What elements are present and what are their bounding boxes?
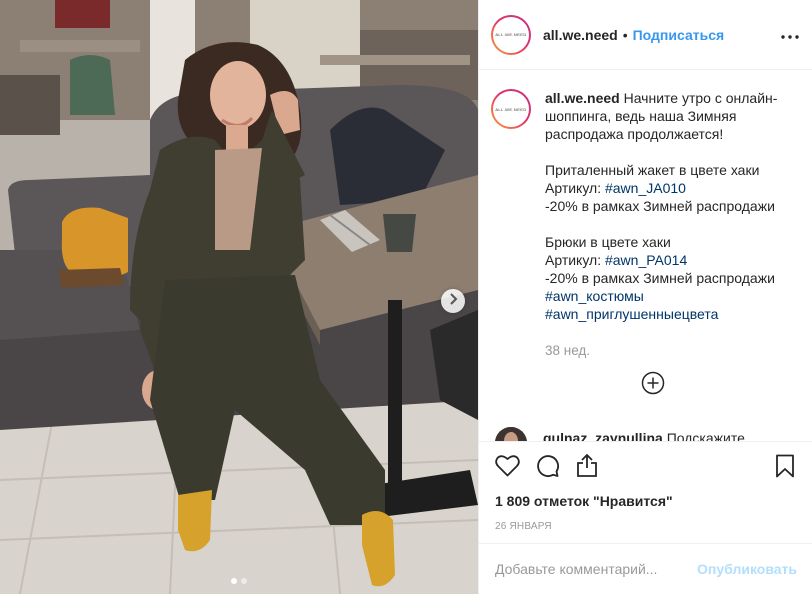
hashtag-link[interactable]: #awn_приглушенныецвета — [545, 306, 718, 322]
plus-circle-icon — [641, 371, 665, 399]
caption-item1-sku-label: Артикул: — [545, 180, 605, 196]
hashtag-link[interactable]: #awn_PA014 — [605, 252, 687, 268]
load-more-comments-button[interactable] — [641, 371, 665, 395]
publish-button[interactable]: Опубликовать — [697, 561, 797, 577]
comment-text: Подскажите — [666, 430, 745, 441]
avatar[interactable]: ALL.WE.NEED — [491, 14, 531, 55]
post-photo[interactable] — [0, 0, 478, 594]
carousel-dot-active — [231, 578, 237, 584]
comment-icon — [535, 453, 560, 483]
caption-item2-discount: -20% в рамках Зимней распродажи — [545, 270, 775, 286]
carousel-indicator — [0, 578, 478, 584]
more-horizontal-icon — [781, 26, 799, 44]
hashtag-link[interactable]: #awn_костюмы — [545, 288, 644, 304]
comment-item: gulnaz_zaynullina Подскажите — [495, 427, 745, 441]
avatar-logo-text: ALL.WE.NEED — [495, 32, 527, 37]
post-actions: 1 809 отметок "Нравится" 26 января — [479, 441, 812, 543]
commenter-username-link[interactable]: gulnaz_zaynullina — [543, 430, 663, 441]
likes-count[interactable]: 1 809 отметок "Нравится" — [495, 493, 673, 509]
caption-text: all.we.need Начните утро с онлайн-шоппин… — [545, 89, 801, 323]
heart-icon — [494, 454, 520, 482]
caption: ALL.WE.NEED all.we.need Начните утро с о… — [491, 89, 801, 323]
add-comment-form: Опубликовать — [479, 543, 812, 594]
like-button[interactable] — [487, 448, 527, 488]
follow-button[interactable]: Подписаться — [633, 27, 725, 43]
caption-item2-title: Брюки в цвете хаки — [545, 234, 671, 250]
hashtag-link[interactable]: #awn_JA010 — [605, 180, 686, 196]
caption-username-link[interactable]: all.we.need — [545, 90, 620, 106]
caption-item2-sku-label: Артикул: — [545, 252, 605, 268]
caption-timestamp[interactable]: 38 нед. — [545, 343, 590, 358]
header-username-link[interactable]: all.we.need — [543, 27, 618, 43]
caption-avatar[interactable]: ALL.WE.NEED — [491, 89, 531, 129]
comments-section[interactable]: ALL.WE.NEED all.we.need Начните утро с о… — [479, 71, 812, 441]
bookmark-icon — [775, 454, 795, 483]
post-date[interactable]: 26 января — [495, 521, 552, 532]
more-options-button[interactable] — [779, 24, 801, 46]
carousel-next-button[interactable] — [441, 289, 465, 313]
comment-input[interactable] — [495, 561, 698, 577]
save-button[interactable] — [765, 448, 805, 488]
commenter-avatar[interactable] — [495, 427, 527, 441]
instagram-post: ALL.WE.NEED all.we.need • Подписаться AL… — [0, 0, 812, 594]
post-details-panel: ALL.WE.NEED all.we.need • Подписаться AL… — [478, 0, 812, 594]
chevron-right-icon — [448, 292, 458, 310]
caption-item1-discount: -20% в рамках Зимней распродажи — [545, 198, 775, 214]
share-button[interactable] — [567, 448, 607, 488]
caption-avatar-logo-text: ALL.WE.NEED — [495, 106, 527, 112]
caption-item1-title: Приталенный жакет в цвете хаки — [545, 162, 760, 178]
post-header: ALL.WE.NEED all.we.need • Подписаться — [479, 0, 812, 70]
header-separator: • — [622, 26, 628, 43]
share-icon — [576, 453, 598, 483]
carousel-dot — [241, 578, 247, 584]
comment-button[interactable] — [527, 448, 567, 488]
photo-scene — [0, 0, 478, 594]
